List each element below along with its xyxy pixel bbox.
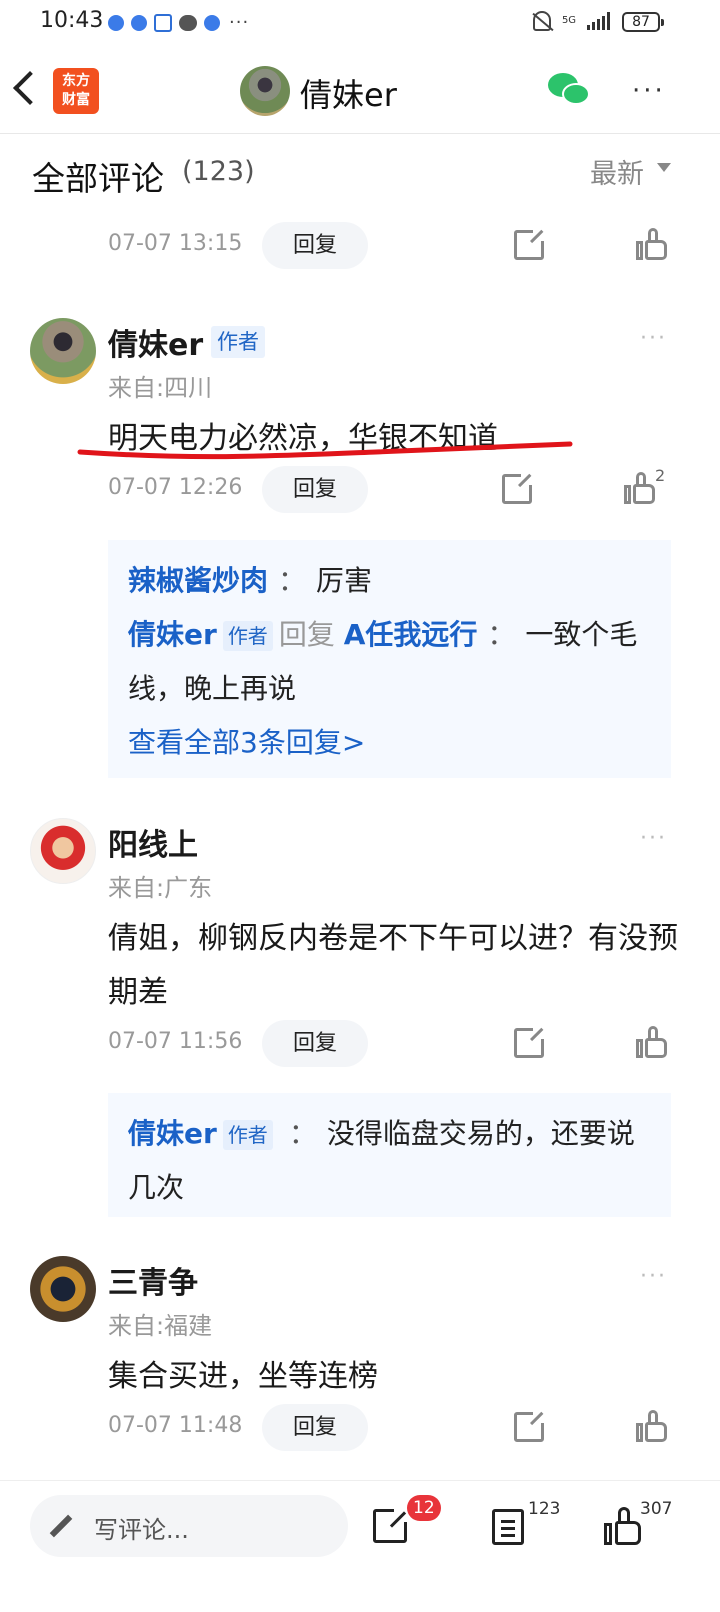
share-icon[interactable]	[514, 227, 547, 260]
signal-icon	[587, 12, 610, 30]
author-badge: 作者	[222, 621, 273, 651]
more-icon[interactable]: ···	[640, 326, 667, 351]
share-icon[interactable]	[502, 471, 535, 504]
like-icon[interactable]	[604, 1507, 642, 1545]
status-bar: 10:43 ··· 5G 87	[0, 0, 720, 46]
comment-time: 07-07 11:48	[108, 1413, 243, 1438]
comments-count: (123)	[182, 156, 255, 187]
comment-item: 倩妹er 作者 来自:四川 ··· 明天电力必然凉，华银不知道 07-07 12…	[0, 318, 720, 788]
bottom-bar: 写评论... 12 123 307	[0, 1480, 720, 1570]
share-count-badge: 12	[407, 1495, 441, 1521]
reply-button[interactable]: 回复	[262, 1020, 368, 1067]
comment-action-row: 07-07 11:48 回复	[0, 1404, 720, 1452]
nav-avatar[interactable]	[240, 66, 290, 116]
comment-location: 来自:福建	[108, 1312, 213, 1340]
more-options-icon[interactable]: ···	[632, 76, 666, 106]
avatar[interactable]	[30, 818, 96, 884]
app-notification-icon	[131, 14, 147, 31]
share-icon[interactable]	[514, 1025, 547, 1058]
nav-title[interactable]: 倩妹er	[300, 70, 397, 116]
like-icon[interactable]	[624, 472, 656, 504]
author-badge: 作者	[222, 1120, 273, 1150]
notification-icons: ···	[108, 12, 249, 33]
wechat-icon[interactable]	[548, 73, 592, 107]
reply-text: 厉害	[316, 564, 373, 597]
comment-count: 123	[528, 1499, 561, 1519]
compose-placeholder: 写评论...	[94, 1516, 189, 1544]
comments-title: 全部评论	[32, 159, 164, 198]
comment-item: 阳线上 来自:广东 ··· 倩姐，柳钢反内卷是不下午可以进？有没预期差 07-0…	[0, 818, 720, 1218]
app-logo[interactable]: 东方 财富	[53, 68, 99, 114]
caret-down-icon[interactable]	[657, 163, 671, 172]
comment-author[interactable]: 倩妹er	[108, 320, 203, 364]
status-time: 10:43	[40, 8, 104, 33]
pencil-icon	[49, 1514, 73, 1538]
mute-bell-icon	[533, 11, 551, 31]
more-icon[interactable]: ···	[640, 826, 667, 851]
comment-action-row: 07-07 12:26 回复 2	[0, 466, 720, 514]
comment-location: 来自:四川	[108, 374, 213, 402]
message-notification-icon	[179, 14, 197, 31]
comment-action-row: 07-07 13:15 回复	[0, 222, 720, 270]
compose-comment-input[interactable]: 写评论...	[30, 1495, 348, 1557]
reply-button[interactable]: 回复	[262, 466, 368, 513]
replies-box: 辣椒酱炒肉：厉害 倩妹er 作者 回复 A任我远行：一致个毛线，晚上再说 查看全部3…	[108, 540, 671, 778]
replies-box: 倩妹er 作者：没得临盘交易的，还要说几次	[108, 1093, 671, 1217]
reply-button[interactable]: 回复	[262, 222, 368, 269]
avatar[interactable]	[30, 318, 96, 384]
share-icon[interactable]	[514, 1409, 547, 1442]
home-indicator	[0, 1570, 720, 1612]
sort-select[interactable]: 最新	[590, 152, 644, 191]
app-notification-icon	[108, 14, 124, 31]
more-notifications-icon: ···	[229, 12, 250, 33]
reply-author[interactable]: 辣椒酱炒肉	[128, 564, 268, 597]
avatar[interactable]	[30, 1256, 96, 1322]
like-count: 307	[640, 1499, 673, 1519]
reply-button[interactable]: 回复	[262, 1404, 368, 1451]
reply-item[interactable]: 倩妹er 作者 回复 A任我远行：一致个毛线，晚上再说	[128, 608, 651, 716]
comment-time: 07-07 11:56	[108, 1029, 243, 1054]
comment-author[interactable]: 阳线上	[108, 820, 198, 864]
view-all-replies-link[interactable]: 查看全部3条回复>	[128, 716, 651, 770]
share-icon[interactable]	[373, 1506, 410, 1543]
like-icon[interactable]	[636, 228, 668, 260]
reply-item[interactable]: 倩妹er 作者：没得临盘交易的，还要说几次	[128, 1107, 651, 1215]
comment-list-icon[interactable]	[492, 1509, 524, 1545]
nav-bar: 东方 财富 倩妹er ···	[0, 46, 720, 134]
like-count: 2	[655, 466, 666, 485]
reply-author[interactable]: 倩妹er	[128, 1117, 217, 1150]
more-icon[interactable]: ···	[640, 1264, 667, 1289]
status-indicators: 5G	[533, 11, 610, 31]
comments-header: 全部评论 (123) 最新	[0, 136, 720, 210]
comment-item: 三青争 来自:福建 ··· 集合买进，坐等连榜 07-07 11:48 回复	[0, 1256, 720, 1466]
red-underline-annotation	[77, 441, 573, 460]
like-icon[interactable]	[636, 1026, 668, 1058]
reply-target[interactable]: A任我远行	[344, 618, 478, 651]
app-notification-icon	[154, 13, 172, 32]
app-notification-icon	[204, 14, 220, 31]
comment-author[interactable]: 三青争	[108, 1258, 198, 1302]
battery-icon: 87	[622, 12, 664, 32]
comment-text: 集合买进，坐等连榜	[108, 1359, 378, 1394]
comment-location: 来自:广东	[108, 874, 213, 902]
reply-item[interactable]: 辣椒酱炒肉：厉害	[128, 554, 651, 608]
reply-verb: 回复	[278, 618, 335, 651]
like-icon[interactable]	[636, 1410, 668, 1442]
comment-time: 07-07 12:26	[108, 475, 243, 500]
comment-action-row: 07-07 11:56 回复	[0, 1020, 720, 1068]
network-type: 5G	[561, 15, 577, 26]
comment-time: 07-07 13:15	[108, 231, 243, 256]
back-icon[interactable]	[13, 71, 47, 105]
reply-author[interactable]: 倩妹er	[128, 618, 217, 651]
author-badge: 作者	[211, 326, 265, 358]
comment-text: 倩姐，柳钢反内卷是不下午可以进？有没预期差	[108, 921, 678, 1010]
